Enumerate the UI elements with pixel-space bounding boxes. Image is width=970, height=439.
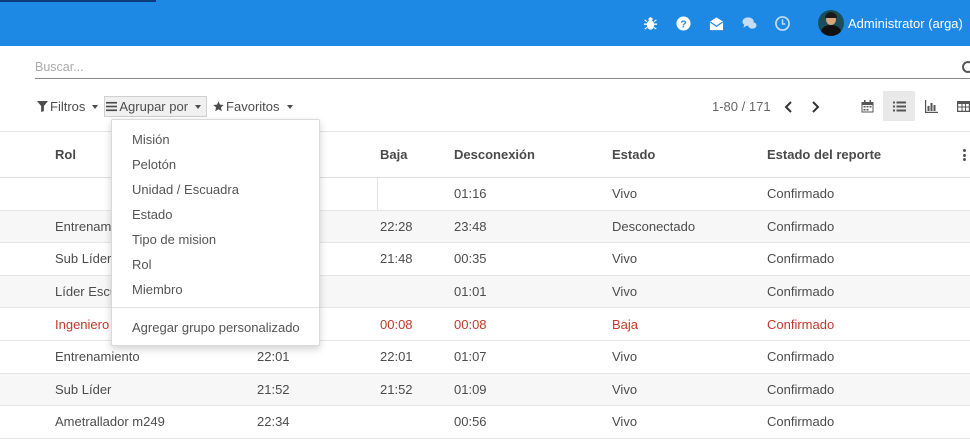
cell-rol: Sub Líder — [55, 251, 112, 267]
filter-icon — [37, 101, 48, 112]
systray: ? — [640, 0, 805, 46]
cell-estado: Baja — [612, 316, 639, 332]
loading-bar — [0, 0, 156, 2]
add-custom-group-button[interactable]: Agregar grupo personalizado — [132, 317, 300, 337]
cell-reporte: Confirmado — [767, 186, 835, 202]
caret-down-icon — [195, 104, 202, 109]
pivot-view-button[interactable] — [947, 91, 970, 121]
star-icon — [213, 101, 224, 112]
pager-next-button[interactable] — [807, 99, 823, 115]
caret-down-icon — [286, 104, 293, 109]
chat-icon[interactable] — [739, 13, 759, 33]
cell-estado: Vivo — [612, 381, 638, 397]
user-name: Administrator (arga) — [848, 15, 963, 31]
cell-rol: Sub Líder — [55, 381, 112, 397]
table-icon — [956, 100, 970, 112]
chevron-right-icon — [811, 100, 819, 113]
cell-reporte: Confirmado — [767, 218, 835, 234]
calendar-icon — [861, 99, 873, 112]
cell-reporte: Confirmado — [767, 251, 835, 267]
graph-icon — [924, 99, 938, 113]
header-baja[interactable]: Baja — [380, 132, 407, 177]
groupby-option-rol[interactable]: Rol — [132, 254, 152, 274]
question-icon[interactable]: ? — [673, 13, 693, 33]
bars-icon — [106, 101, 118, 112]
groupby-option-miembro[interactable]: Miembro — [132, 279, 183, 299]
groupby-option-mision[interactable]: Misión — [132, 129, 170, 149]
list-view-button[interactable] — [883, 91, 915, 121]
cell-reporte: Confirmado — [767, 381, 835, 397]
filters-button[interactable]: Filtros — [35, 96, 100, 117]
cell-reporte: Confirmado — [767, 284, 835, 300]
cell-desconexion: 00:08 — [454, 316, 487, 332]
header-rol[interactable]: Rol — [55, 132, 76, 177]
cell-desconexion: 00:35 — [454, 251, 487, 267]
calendar-view-button[interactable] — [851, 91, 883, 121]
avatar — [818, 10, 844, 36]
cell-reporte: Confirmado — [767, 316, 835, 332]
caret-down-icon — [92, 104, 99, 109]
cell-rol: Ametrallador m249 — [55, 414, 165, 430]
pager-previous-button[interactable] — [781, 99, 797, 115]
cell-baja: 21:52 — [380, 381, 413, 397]
cell-estado: Vivo — [612, 284, 638, 300]
view-switcher — [851, 91, 970, 121]
cell-baja: 21:48 — [380, 251, 413, 267]
cell-estado: Desconectado — [612, 218, 696, 234]
cell-estado: Vivo — [612, 349, 638, 365]
cell-hora: 22:34 — [257, 414, 290, 430]
favorites-button[interactable]: Favoritos — [211, 96, 294, 117]
chevron-left-icon — [784, 100, 792, 113]
table-row[interactable]: Sub Líder 21:52 21:52 01:09 Vivo Confirm… — [0, 373, 970, 407]
list-icon — [892, 101, 906, 111]
cell-desconexion: 23:48 — [454, 218, 487, 234]
search-input[interactable] — [35, 56, 935, 78]
groupby-dropdown: Misión Pelotón Unidad / Escuadra Estado … — [111, 119, 320, 346]
cell-rol: Líder Escu — [55, 284, 118, 300]
cell-desconexion: 00:56 — [454, 414, 487, 430]
search-bar — [35, 56, 970, 79]
optional-columns-icon[interactable] — [963, 149, 966, 163]
bug-icon[interactable] — [640, 13, 660, 33]
cell-hora: 21:52 — [257, 381, 290, 397]
clock-icon[interactable] — [772, 13, 792, 33]
header-estado-reporte[interactable]: Estado del reporte — [767, 132, 881, 177]
pager: 1-80 / 171 — [712, 96, 823, 117]
groupby-label: Agrupar por — [119, 99, 189, 114]
dropdown-divider — [112, 307, 319, 308]
cell-estado: Vivo — [612, 186, 638, 202]
search-icon[interactable] — [962, 61, 970, 73]
header-desconexion[interactable]: Desconexión — [454, 132, 535, 177]
cell-desconexion: 01:07 — [454, 349, 487, 365]
pager-value[interactable]: 1-80 / 171 — [712, 99, 771, 114]
groupby-option-peloton[interactable]: Pelotón — [132, 154, 176, 174]
groupby-option-unidad[interactable]: Unidad / Escuadra — [132, 179, 239, 199]
svg-text:?: ? — [680, 19, 686, 30]
envelope-icon[interactable] — [706, 13, 726, 33]
cell-reporte: Confirmado — [767, 414, 835, 430]
cell-reporte: Confirmado — [767, 349, 835, 365]
groupby-button[interactable]: Agrupar por — [104, 96, 208, 117]
cell-desconexion: 01:01 — [454, 284, 487, 300]
cell-baja: 22:28 — [380, 218, 413, 234]
user-menu[interactable]: Administrator (arga) — [818, 10, 963, 36]
cell-baja: 22:01 — [380, 349, 413, 365]
cell-baja: 00:08 — [380, 316, 413, 332]
groupby-option-tipo-mision[interactable]: Tipo de mision — [132, 229, 216, 249]
header-estado[interactable]: Estado — [612, 132, 655, 177]
cell-rol: Entrenam — [55, 218, 112, 234]
groupby-option-estado[interactable]: Estado — [132, 204, 172, 224]
cell-estado: Vivo — [612, 251, 638, 267]
graph-view-button[interactable] — [915, 91, 947, 121]
top-navbar: ? Administrator (arga) — [0, 0, 970, 46]
favorites-label: Favoritos — [226, 99, 280, 114]
search-options: Filtros Agrupar por Favoritos — [35, 96, 299, 117]
cell-desconexion: 01:09 — [454, 381, 487, 397]
cell-desconexion: 01:16 — [454, 186, 487, 202]
cell-rol: Ingeniero — [55, 316, 110, 332]
column-divider — [377, 178, 378, 210]
filters-label: Filtros — [50, 99, 86, 114]
table-row[interactable]: Ametrallador m249 22:34 00:56 Vivo Confi… — [0, 406, 970, 439]
cell-estado: Vivo — [612, 414, 638, 430]
